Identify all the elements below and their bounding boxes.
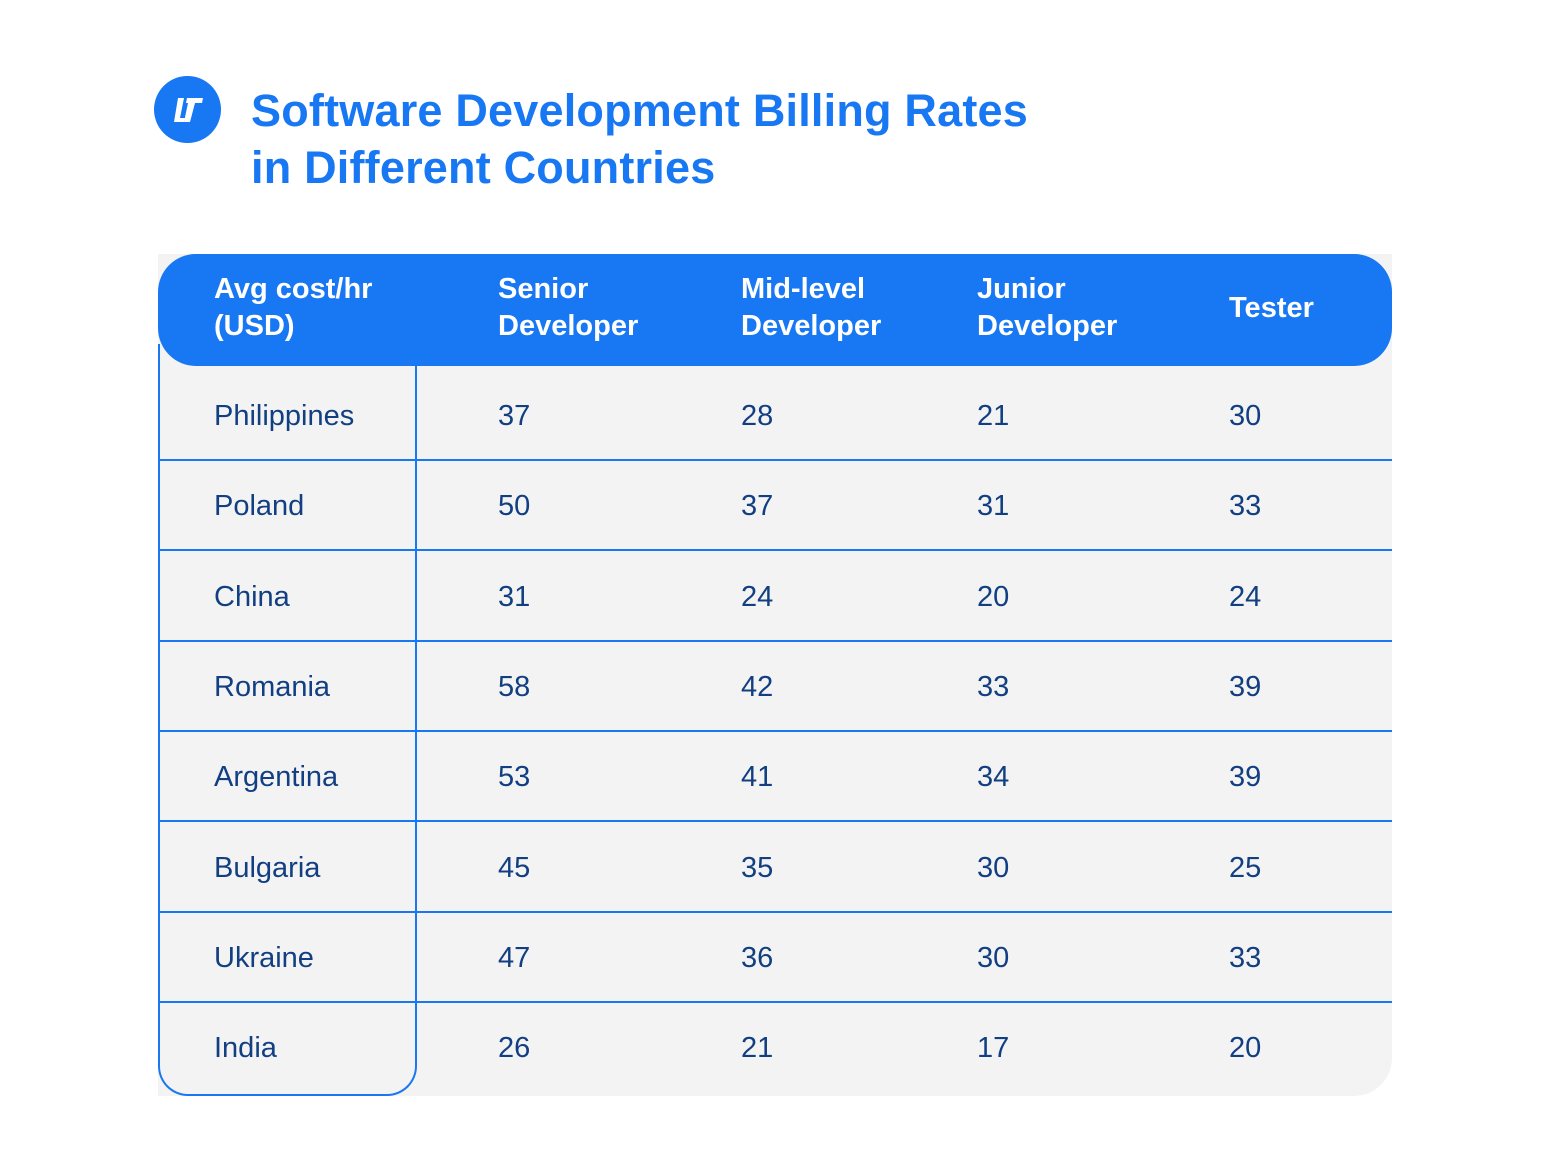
country-cell: India (214, 1032, 277, 1065)
rate-cell-junior: 31 (977, 490, 1010, 523)
rate-cell-mid: 21 (741, 1032, 774, 1065)
rate-cell-senior: 58 (498, 670, 531, 703)
country-cell: Ukraine (214, 941, 314, 974)
brand-logo-icon (154, 76, 221, 143)
rate-cell-senior: 47 (498, 941, 531, 974)
first-column-frame (158, 344, 417, 1096)
column-header-senior: Senior Developer (498, 271, 638, 345)
rate-cell-mid: 28 (741, 400, 774, 432)
rate-cell-tester: 39 (1229, 670, 1262, 703)
rate-cell-junior: 30 (977, 941, 1010, 974)
title-line-1: Software Development Billing Rates (251, 85, 1028, 136)
rate-cell-tester: 33 (1229, 941, 1262, 974)
row-divider (160, 459, 1392, 461)
row-divider (160, 911, 1392, 913)
rate-cell-senior: 53 (498, 761, 531, 794)
row-divider (160, 820, 1392, 822)
rate-cell-senior: 31 (498, 580, 531, 613)
rate-cell-junior: 34 (977, 761, 1010, 794)
column-header-line: Avg cost/hr (214, 273, 373, 305)
table-header: Avg cost/hr (USD) Senior Developer Mid-l… (158, 254, 1392, 366)
column-header-line: (USD) (214, 310, 295, 342)
column-header-junior: Junior Developer (977, 271, 1117, 345)
rate-cell-mid: 36 (741, 941, 774, 974)
country-cell: Bulgaria (214, 851, 321, 884)
column-header-line: Developer (741, 310, 882, 342)
column-header-avg-cost: Avg cost/hr (USD) (214, 271, 372, 345)
column-header-line: Developer (977, 310, 1118, 342)
rate-cell-mid: 41 (741, 761, 774, 794)
page-title: Software Development Billing Rates in Di… (251, 82, 1028, 196)
rate-cell-tester: 20 (1229, 1032, 1262, 1065)
rate-cell-tester: 24 (1229, 580, 1262, 613)
rate-cell-tester: 30 (1229, 400, 1262, 432)
column-header-line: Junior (977, 273, 1066, 305)
country-cell: Romania (214, 670, 331, 703)
rate-cell-junior: 20 (977, 580, 1010, 613)
rate-cell-junior: 21 (977, 400, 1010, 432)
rate-cell-junior: 30 (977, 851, 1010, 884)
billing-rates-table: Avg cost/hr (USD) Senior Developer Mid-l… (158, 254, 1392, 1096)
rate-cell-tester: 33 (1229, 490, 1262, 523)
rate-cell-senior: 26 (498, 1032, 531, 1065)
rate-cell-senior: 50 (498, 490, 531, 523)
country-cell: Poland (214, 490, 305, 523)
row-divider (160, 549, 1392, 551)
title-line-2: in Different Countries (251, 142, 716, 193)
country-cell: Argentina (214, 761, 339, 794)
column-header-line: Developer (498, 310, 639, 342)
rate-cell-mid: 35 (741, 851, 774, 884)
column-header-line: Tester (1229, 292, 1314, 324)
rate-cell-tester: 39 (1229, 761, 1262, 794)
column-header-line: Senior (498, 273, 589, 305)
rate-cell-tester: 25 (1229, 851, 1262, 884)
column-header-tester: Tester (1229, 290, 1314, 327)
row-divider (160, 1001, 1392, 1003)
rate-cell-mid: 37 (741, 490, 774, 523)
rate-cell-junior: 17 (977, 1032, 1010, 1065)
row-divider (160, 640, 1392, 642)
column-header-mid-level: Mid-level Developer (741, 271, 881, 345)
rate-cell-junior: 33 (977, 670, 1010, 703)
rate-cell-senior: 45 (498, 851, 531, 884)
rate-cell-mid: 42 (741, 670, 774, 703)
logo-glyph-icon (173, 97, 203, 122)
rate-cell-mid: 24 (741, 580, 774, 613)
country-cell: China (214, 580, 290, 613)
row-divider (160, 730, 1392, 732)
rate-cell-senior: 37 (498, 400, 531, 432)
column-header-line: Mid-level (741, 273, 866, 305)
country-cell: Philippines (214, 400, 355, 432)
